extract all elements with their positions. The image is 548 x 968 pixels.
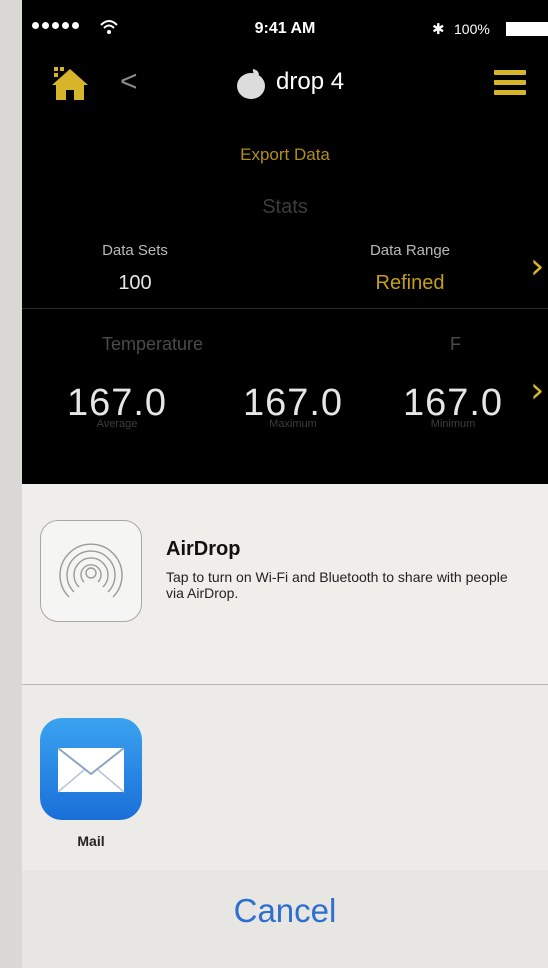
- minimum-caption: Minimum: [430, 418, 476, 430]
- average-caption: Average: [96, 418, 138, 430]
- data-range-label: Data Range: [369, 242, 451, 259]
- temperature-label: Temperature: [102, 334, 204, 354]
- data-range-chevron-icon[interactable]: ›: [530, 246, 544, 287]
- share-apps-row: Mail: [22, 685, 548, 870]
- airdrop-title: AirDrop: [166, 538, 241, 560]
- menu-icon[interactable]: [494, 70, 526, 98]
- temperature-unit-label: F: [450, 334, 461, 354]
- cancel-bar[interactable]: Cancel: [22, 870, 548, 968]
- mail-icon[interactable]: [40, 718, 142, 820]
- stats-title: Stats: [262, 196, 308, 218]
- maximum-caption: Maximum: [269, 418, 317, 430]
- airdrop-icon[interactable]: [40, 520, 142, 622]
- mail-label: Mail: [77, 833, 105, 849]
- temperature-chevron-icon[interactable]: ›: [530, 370, 544, 411]
- phone-screen: 9:41 AM ✱ 100% < drop 4 Export Data Stat…: [22, 0, 548, 968]
- nav-title: drop 4: [276, 68, 345, 95]
- divider: [22, 308, 548, 309]
- bluetooth-icon: ✱: [432, 21, 445, 38]
- data-sets-value: 100: [118, 272, 152, 294]
- airdrop-description: Tap to turn on Wi-Fi and Bluetooth to sh…: [166, 569, 508, 601]
- nav-bar: < drop 4: [22, 62, 548, 112]
- data-range-value[interactable]: Refined: [340, 272, 480, 295]
- battery-icon: [506, 22, 548, 36]
- back-chevron-icon[interactable]: <: [120, 62, 138, 102]
- status-bar: 9:41 AM ✱ 100%: [22, 0, 548, 62]
- battery-percent: 100%: [454, 21, 490, 37]
- share-sheet: AirDrop Tap to turn on Wi-Fi and Bluetoo…: [22, 484, 548, 968]
- data-sets-label: Data Sets: [102, 242, 168, 259]
- export-data-link[interactable]: Export Data: [22, 145, 548, 165]
- airdrop-row[interactable]: AirDrop Tap to turn on Wi-Fi and Bluetoo…: [22, 484, 548, 685]
- home-icon[interactable]: [50, 66, 90, 102]
- drop-logo-icon: [237, 69, 265, 99]
- cancel-button[interactable]: Cancel: [22, 892, 548, 930]
